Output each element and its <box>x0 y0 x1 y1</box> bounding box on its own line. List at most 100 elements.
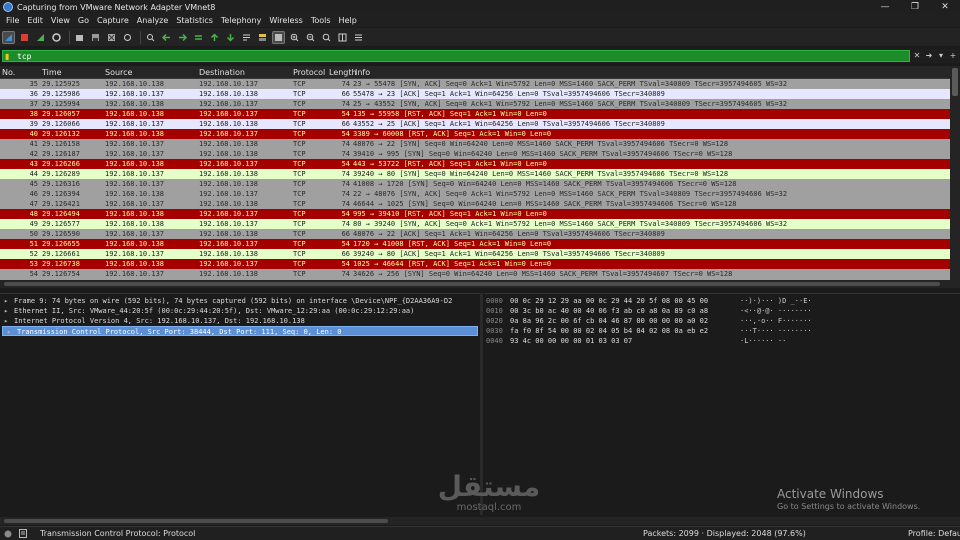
menu-help[interactable]: Help <box>335 16 361 25</box>
packet-row[interactable]: 53 29.126738 192.168.10.138 192.168.10.137 T… <box>0 259 950 269</box>
packet-list-vertical-scrollbar[interactable] <box>950 66 960 280</box>
menu-wireless[interactable]: Wireless <box>265 16 306 25</box>
go-forward-arrow-icon[interactable] <box>176 31 189 44</box>
packet-row[interactable]: 35 29.125925 192.168.10.138 192.168.10.137 T… <box>0 79 950 89</box>
details-horizontal-scrollbar[interactable] <box>0 517 960 525</box>
save-file-icon[interactable] <box>89 31 102 44</box>
menu-capture[interactable]: Capture <box>93 16 133 25</box>
column-header-info[interactable]: Info <box>355 68 370 77</box>
clear-filter-icon[interactable]: ✕ <box>912 50 922 62</box>
status-field-info: Transmission Control Protocol: Protocol <box>40 529 196 538</box>
detail-tree-item[interactable]: ▸ Frame 9: 74 bytes on wire (592 bits), 7… <box>0 296 480 306</box>
packet-list-horizontal-scrollbar[interactable] <box>0 280 960 288</box>
packet-row[interactable]: 48 29.126494 192.168.10.138 192.168.10.137 T… <box>0 209 950 219</box>
packet-time: 29.125994 <box>42 100 80 108</box>
go-to-first-packet-icon[interactable] <box>208 31 221 44</box>
hex-dump-row[interactable]: 0020 0a 8a 96 2c 00 6f cb 04 46 87 00 00 … <box>484 316 960 326</box>
column-header-destination[interactable]: Destination <box>199 68 245 77</box>
resize-columns-icon[interactable] <box>336 31 349 44</box>
scrollbar-thumb[interactable] <box>4 519 388 523</box>
column-header-time[interactable]: Time <box>42 68 62 77</box>
zoom-in-icon[interactable] <box>288 31 301 44</box>
close-file-icon[interactable] <box>105 31 118 44</box>
stop-capture-icon[interactable] <box>18 31 31 44</box>
go-back-arrow-icon[interactable] <box>160 31 173 44</box>
normal-size-icon[interactable] <box>320 31 333 44</box>
scrollbar-thumb[interactable] <box>4 282 940 286</box>
display-filter-input[interactable]: ▮ tcp <box>2 50 910 62</box>
packet-row[interactable]: 44 29.126289 192.168.10.137 192.168.10.138 T… <box>0 169 950 179</box>
detail-tree-item[interactable]: ▸ Transmission Control Protocol, Src Port… <box>2 326 478 336</box>
filter-dropdown-chevron-icon[interactable]: ▾ <box>936 50 946 62</box>
packet-row[interactable]: 52 29.126661 192.168.10.137 192.168.10.138 T… <box>0 249 950 259</box>
packet-row[interactable]: 37 29.125994 192.168.10.138 192.168.10.137 T… <box>0 99 950 109</box>
menu-view[interactable]: View <box>47 16 74 25</box>
capture-options-gear-icon[interactable] <box>50 31 63 44</box>
expand-arrow-icon[interactable]: ▸ <box>7 327 17 336</box>
menu-tools[interactable]: Tools <box>307 16 335 25</box>
packet-no: 37 <box>29 100 38 108</box>
scrollbar-thumb[interactable] <box>952 68 958 96</box>
maximize-button[interactable]: ❐ <box>900 0 930 14</box>
packet-row[interactable]: 49 29.126577 192.168.10.138 192.168.10.137 T… <box>0 219 950 229</box>
auto-scroll-icon[interactable] <box>240 31 253 44</box>
detail-tree-item[interactable]: ▸ Ethernet II, Src: VMware_44:20:5f (00:0… <box>0 306 480 316</box>
packet-row[interactable]: 40 29.126132 192.168.10.138 192.168.10.137 T… <box>0 129 950 139</box>
packet-row[interactable]: 46 29.126394 192.168.10.138 192.168.10.137 T… <box>0 189 950 199</box>
menu-file[interactable]: File <box>2 16 23 25</box>
packet-protocol: TCP <box>293 130 306 138</box>
window-title: Capturing from VMware Network Adapter VM… <box>17 2 216 12</box>
restart-capture-icon[interactable] <box>34 31 47 44</box>
shark-fin-start-icon[interactable] <box>2 30 15 44</box>
hex-dump-row[interactable]: 0030 fa f0 8f 54 00 00 02 04 05 b4 04 02 … <box>484 326 960 336</box>
minimize-button[interactable]: — <box>870 0 900 14</box>
packet-row[interactable]: 43 29.126266 192.168.10.138 192.168.10.137 T… <box>0 159 950 169</box>
packet-row[interactable]: 45 29.126316 192.168.10.137 192.168.10.138 T… <box>0 179 950 189</box>
packet-row[interactable]: 47 29.126421 192.168.10.137 192.168.10.138 T… <box>0 199 950 209</box>
packet-destination: 192.168.10.137 <box>199 130 259 138</box>
columns-icon[interactable] <box>352 31 365 44</box>
packet-row[interactable]: 42 29.126187 192.168.10.137 192.168.10.138 T… <box>0 149 950 159</box>
capture-comment-icon[interactable] <box>19 529 27 540</box>
colorize-lines-icon[interactable] <box>256 31 269 44</box>
menu-statistics[interactable]: Statistics <box>172 16 217 25</box>
detail-tree-item[interactable]: ▸ Internet Protocol Version 4, Src: 192.1… <box>0 316 480 326</box>
reload-file-icon[interactable] <box>121 31 134 44</box>
packet-row[interactable]: 51 29.126655 192.168.10.138 192.168.10.137 T… <box>0 239 950 249</box>
packet-row[interactable]: 54 29.126754 192.168.10.137 192.168.10.138 T… <box>0 269 950 279</box>
expert-info-icon[interactable] <box>4 530 12 540</box>
add-filter-button-icon[interactable]: + <box>948 50 958 62</box>
status-profile[interactable]: Profile: Default <box>908 529 960 538</box>
hex-dump-row[interactable]: 0000 00 0c 29 12 29 aa 00 0c 29 44 20 5f … <box>484 296 960 306</box>
packet-row[interactable]: 36 29.125986 192.168.10.137 192.168.10.138 T… <box>0 89 950 99</box>
close-button[interactable]: ✕ <box>930 0 960 14</box>
apply-filter-arrow-icon[interactable]: ➜ <box>924 50 934 62</box>
packet-row[interactable]: 39 29.126066 192.168.10.137 192.168.10.138 T… <box>0 119 950 129</box>
zoom-out-icon[interactable] <box>304 31 317 44</box>
go-to-packet-icon[interactable] <box>192 31 205 44</box>
bookmark-icon[interactable]: ▮ <box>5 51 9 62</box>
expand-arrow-icon[interactable]: ▸ <box>4 306 14 316</box>
packet-row[interactable]: 50 29.126590 192.168.10.137 192.168.10.138 T… <box>0 229 950 239</box>
menu-telephony[interactable]: Telephony <box>217 16 265 25</box>
expand-arrow-icon[interactable]: ▸ <box>4 316 14 326</box>
go-to-last-packet-icon[interactable] <box>224 31 237 44</box>
packet-time: 29.126289 <box>42 170 80 178</box>
hex-dump-row[interactable]: 0010 00 3c b0 ac 40 00 40 06 f3 ab c0 a8 … <box>484 306 960 316</box>
column-header-source[interactable]: Source <box>105 68 132 77</box>
menu-edit[interactable]: Edit <box>23 16 47 25</box>
menu-analyze[interactable]: Analyze <box>133 16 173 25</box>
column-header-no[interactable]: No. <box>2 68 15 77</box>
packet-time: 29.126661 <box>42 250 80 258</box>
colorize-toggle-icon[interactable] <box>272 30 285 44</box>
packet-row[interactable]: 41 29.126158 192.168.10.137 192.168.10.138 T… <box>0 139 950 149</box>
open-file-icon[interactable] <box>73 31 86 44</box>
column-header-length[interactable]: Length <box>329 68 357 77</box>
column-header-protocol[interactable]: Protocol <box>293 68 325 77</box>
expand-arrow-icon[interactable]: ▸ <box>4 296 14 306</box>
hex-bytes: 00 0c 29 12 29 aa 00 0c 29 44 20 5f 08 0… <box>510 297 709 305</box>
menu-go[interactable]: Go <box>74 16 93 25</box>
hex-dump-row[interactable]: 0040 93 4c 00 00 00 00 01 03 03 07 ·L·····… <box>484 336 960 346</box>
packet-row[interactable]: 38 29.126057 192.168.10.138 192.168.10.137 T… <box>0 109 950 119</box>
find-packet-icon[interactable] <box>144 31 157 44</box>
